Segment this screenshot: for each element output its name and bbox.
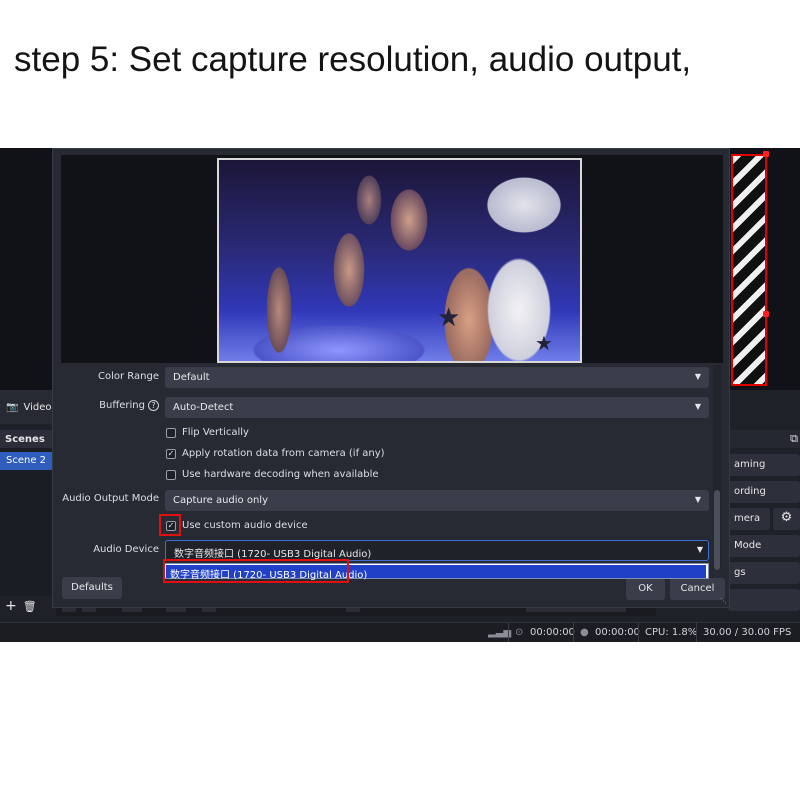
stream-time: 00:00:00 (530, 627, 575, 638)
flip-vertically-checkbox[interactable] (166, 427, 176, 438)
custom-audio-label: Use custom audio device (182, 520, 308, 531)
step-caption: step 5: Set capture resolution, audio ou… (14, 40, 692, 79)
color-range-value: Default (173, 372, 210, 383)
audio-output-mode-select[interactable]: Capture audio only ▼ (165, 490, 709, 511)
divider (508, 623, 509, 642)
apply-rotation-label: Apply rotation data from camera (if any) (182, 448, 385, 459)
chevron-down-icon: ▼ (694, 372, 702, 381)
chevron-down-icon: ▼ (694, 495, 702, 504)
defaults-button[interactable]: Defaults (62, 577, 122, 599)
fps-readout: 30.00 / 30.00 FPS (703, 627, 792, 638)
dialog-scrollbar[interactable] (713, 365, 721, 570)
properties-dialog: ★ ★ Color Range Default ▼ Buffering? Aut… (52, 148, 730, 608)
exit-button[interactable] (728, 589, 800, 611)
chevron-down-icon: ▼ (696, 545, 703, 554)
transform-handle-top[interactable] (763, 151, 769, 157)
divider (573, 623, 574, 642)
copy-icon[interactable]: ⧉ (790, 432, 798, 446)
source-label: Video (23, 401, 52, 413)
divider (696, 623, 697, 642)
dialog-preview: ★ ★ (61, 155, 723, 363)
ok-button[interactable]: OK (626, 578, 665, 600)
gear-icon[interactable]: ⚙ (773, 508, 800, 530)
buffering-value: Auto-Detect (173, 402, 234, 413)
camera-icon: 📷 (6, 401, 19, 413)
transform-handle-mid[interactable] (763, 311, 769, 317)
scene-item[interactable]: Scene 2 (0, 452, 56, 470)
hw-decoding-checkbox[interactable] (166, 469, 176, 480)
record-time: 00:00:00 (595, 627, 640, 638)
controls-header: ⧉ (728, 430, 800, 448)
scenes-dock: Scenes Scene 2 (0, 430, 56, 596)
help-icon[interactable]: ? (148, 400, 159, 411)
scenes-title: Scenes (0, 430, 56, 448)
highlight-audio-option (163, 559, 349, 583)
obs-window: 📷 Video Scenes Scene 2 + 🗑 ⧉ aming ordin… (0, 148, 800, 642)
status-bar: ▂▃▅ ⊙ 00:00:00 ● 00:00:00 CPU: 1.8% 30.0… (0, 622, 800, 642)
source-bounding-box[interactable] (731, 154, 767, 386)
color-range-select[interactable]: Default ▼ (165, 367, 709, 388)
cancel-button[interactable]: Cancel (670, 578, 725, 600)
highlight-custom-audio (159, 514, 181, 536)
audio-device-label: Audio Device (93, 544, 159, 555)
buffering-label: Buffering? (53, 400, 159, 411)
virtual-camera-button[interactable]: mera (728, 508, 770, 530)
custom-audio-row[interactable]: ✓ Use custom audio device (166, 520, 308, 531)
apply-rotation-row[interactable]: ✓ Apply rotation data from camera (if an… (166, 448, 385, 459)
trash-icon[interactable]: 🗑 (23, 600, 37, 613)
shirt-star: ★ (535, 331, 553, 355)
resize-grip[interactable]: ⋱ (720, 597, 727, 605)
start-recording-button[interactable]: ording (728, 481, 800, 503)
buffering-select[interactable]: Auto-Detect ▼ (165, 397, 709, 418)
controls-dock: ⧉ aming ording mera ⚙ Mode gs (720, 430, 800, 616)
video-capture-preview: ★ ★ (217, 158, 582, 363)
start-streaming-button[interactable]: aming (728, 454, 800, 476)
plus-icon[interactable]: + (5, 598, 17, 614)
audio-output-mode-value: Capture audio only (173, 495, 268, 506)
hw-decoding-label: Use hardware decoding when available (182, 469, 379, 480)
cpu-usage: CPU: 1.8% (645, 627, 698, 638)
scrollbar-thumb[interactable] (714, 490, 720, 570)
shirt-star: ★ (437, 303, 461, 333)
audio-output-mode-label: Audio Output Mode (62, 493, 159, 504)
studio-mode-button[interactable]: Mode (728, 535, 800, 557)
apply-rotation-checkbox[interactable]: ✓ (166, 448, 176, 459)
buffering-label-text: Buffering (99, 400, 145, 411)
color-range-label: Color Range (98, 371, 159, 382)
stream-icon: ⊙ (515, 627, 524, 638)
hw-decoding-row[interactable]: Use hardware decoding when available (166, 469, 379, 480)
sources-strip[interactable]: 📷 Video (0, 390, 56, 424)
audio-device-select[interactable]: 数字音频接口 (1720- USB3 Digital Audio) ▼ (165, 540, 709, 561)
flip-vertically-row[interactable]: Flip Vertically (166, 427, 249, 438)
record-icon: ● (580, 627, 589, 638)
chevron-down-icon: ▼ (694, 402, 702, 411)
flip-vertically-label: Flip Vertically (182, 427, 249, 438)
divider (638, 623, 639, 642)
scene-toolbar: + 🗑 (0, 596, 56, 616)
settings-button[interactable]: gs (728, 562, 800, 584)
